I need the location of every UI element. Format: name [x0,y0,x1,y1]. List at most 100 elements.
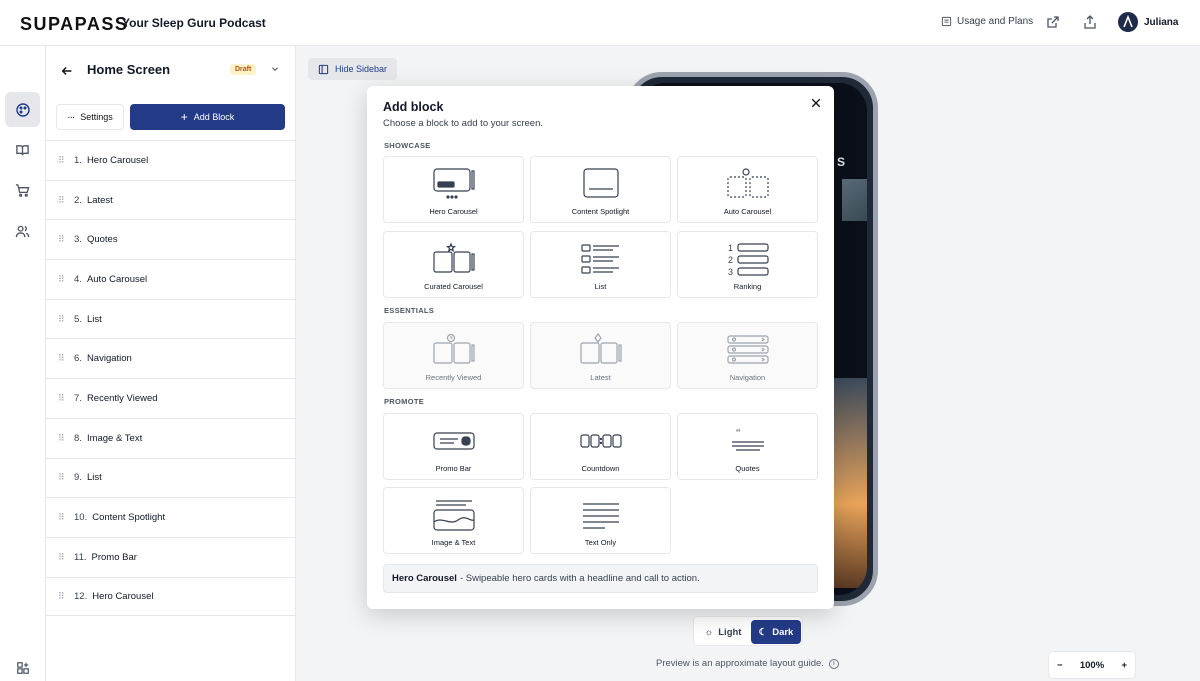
status-badge: Draft [230,64,257,75]
usage-label: Usage and Plans [957,16,1034,27]
block-label: Hero Carousel [92,590,154,602]
card-image-text[interactable]: Image & Text [383,487,524,554]
card-label: Countdown [581,464,620,473]
drag-handle-icon[interactable]: ⠿ [58,353,74,364]
block-list: ⠿ 1. Hero Carousel ⠿ 2. Latest ⠿ 3. Quotes ⠿ 4.… [46,140,296,617]
card-ranking[interactable]: 1 2 3 Ranking [677,231,818,298]
list-item[interactable]: ⠿ 11. Promo Bar [46,536,296,577]
block-label: Image & Text [86,432,143,444]
card-promo-bar[interactable]: Promo Bar [383,413,524,480]
card-recently-viewed[interactable]: Recently Viewed [383,322,524,389]
widgets-icon[interactable] [16,661,30,675]
block-label: Quotes [86,234,118,246]
svg-text:2: 2 [728,255,733,265]
content-spotlight-icon [582,168,619,198]
rail-store-button[interactable] [5,173,40,208]
card-quotes[interactable]: “ Quotes [677,413,818,480]
list-item[interactable]: ⠿ 1. Hero Carousel [46,140,296,180]
drag-handle-icon[interactable]: ⠿ [58,433,74,444]
card-label: Auto Carousel [723,207,772,216]
list-item[interactable]: ⠿ 12. Hero Carousel [46,576,296,617]
moon-icon: ☾ [758,626,768,638]
drag-handle-icon[interactable]: ⠿ [58,552,74,563]
block-number: 8. [74,432,82,444]
share-icon[interactable] [1082,14,1098,30]
avatar[interactable] [1118,12,1138,32]
block-label: List [86,472,102,484]
info-icon[interactable]: i [828,658,839,669]
zoom-out-button[interactable]: − [1057,660,1063,671]
list-item[interactable]: ⠿ 8. Image & Text [46,417,296,458]
section-essentials: ESSENTIALS [384,306,435,315]
drag-handle-icon[interactable]: ⠿ [58,314,74,325]
avatar-logo-icon [1123,14,1133,28]
drag-handle-icon[interactable]: ⠿ [58,274,74,285]
user-name[interactable]: Juliana [1144,17,1178,28]
list-item[interactable]: ⠿ 6. Navigation [46,338,296,378]
list-item[interactable]: ⠿ 2. Latest [46,179,296,220]
block-number: 3. [74,234,82,246]
arrow-left-icon[interactable] [60,64,74,78]
preview-note: Preview is an approximate layout guide. … [656,658,839,669]
card-countdown[interactable]: Countdown [530,413,671,480]
zoom-control: − 100% + [1048,651,1136,679]
drag-handle-icon[interactable]: ⠿ [58,512,74,523]
card-content-spotlight[interactable]: Content Spotlight [530,156,671,223]
preview-note-text: Preview is an approximate layout guide. [656,658,824,669]
chevron-down-icon[interactable] [270,64,280,74]
palette-icon [15,102,30,117]
sidebar-icon [318,64,329,74]
card-latest[interactable]: Latest [530,322,671,389]
list-item[interactable]: ⠿ 7. Recently Viewed [46,378,296,418]
card-label: Content Spotlight [571,207,630,216]
settings-button[interactable]: ··· Settings [56,104,124,130]
card-navigation[interactable]: Navigation [677,322,818,389]
close-icon[interactable] [810,97,822,109]
recently-viewed-icon [432,333,475,364]
drag-handle-icon[interactable]: ⠿ [58,155,74,166]
list-item[interactable]: ⠿ 5. List [46,298,296,339]
usage-and-plans-button[interactable]: Usage and Plans [941,16,1033,27]
light-theme-button[interactable]: ☼ Light [698,620,748,644]
card-auto-carousel[interactable]: Auto Carousel [677,156,818,223]
more-icon: ··· [67,111,75,123]
top-bar: SUPAPASS Your Sleep Guru Podcast Usage a… [0,0,1200,46]
drag-handle-icon[interactable]: ⠿ [58,195,74,206]
list-item[interactable]: ⠿ 4. Auto Carousel [46,259,296,299]
external-link-icon[interactable] [1045,14,1061,30]
card-label: List [594,282,607,291]
drag-handle-icon[interactable]: ⠿ [58,591,74,602]
block-number: 4. [74,273,82,285]
section-promote: PROMOTE [384,397,425,406]
screen-title: Home Screen [87,62,171,77]
card-text-only[interactable]: Text Only [530,487,671,554]
card-list[interactable]: List [530,231,671,298]
block-label: Hero Carousel [86,154,149,166]
card-label: Navigation [729,373,766,382]
drag-handle-icon[interactable]: ⠿ [58,472,74,483]
theme-toggle: ☼ Light ☾ Dark [693,616,803,646]
list-icon [580,244,619,274]
rail-design-button[interactable] [5,92,40,127]
list-item[interactable]: ⠿ 10. Content Spotlight [46,497,296,537]
block-label: Recently Viewed [86,392,158,404]
block-number: 9. [74,472,82,484]
hide-sidebar-button[interactable]: Hide Sidebar [308,58,398,80]
card-hero-carousel[interactable]: Hero Carousel [383,156,524,223]
drag-handle-icon[interactable]: ⠿ [58,393,74,404]
dark-theme-button[interactable]: ☾ Dark [751,620,801,644]
card-curated-carousel[interactable]: Curated Carousel [383,231,524,298]
block-number: 6. [74,353,82,365]
hide-sidebar-label: Hide Sidebar [335,64,388,74]
rail-content-button[interactable] [5,133,40,168]
add-block-button[interactable]: + Add Block [130,104,285,130]
modal-title: Add block [383,100,444,114]
list-item[interactable]: ⠿ 9. List [46,457,296,498]
blocks-panel: Home Screen Draft ··· Settings + Add Blo… [46,46,296,681]
drag-handle-icon[interactable]: ⠿ [58,234,74,245]
card-label: Curated Carousel [424,282,483,291]
rail-users-button[interactable] [5,214,40,249]
svg-text:“: “ [736,428,741,439]
list-item[interactable]: ⠿ 3. Quotes [46,219,296,259]
zoom-in-button[interactable]: + [1121,660,1127,671]
